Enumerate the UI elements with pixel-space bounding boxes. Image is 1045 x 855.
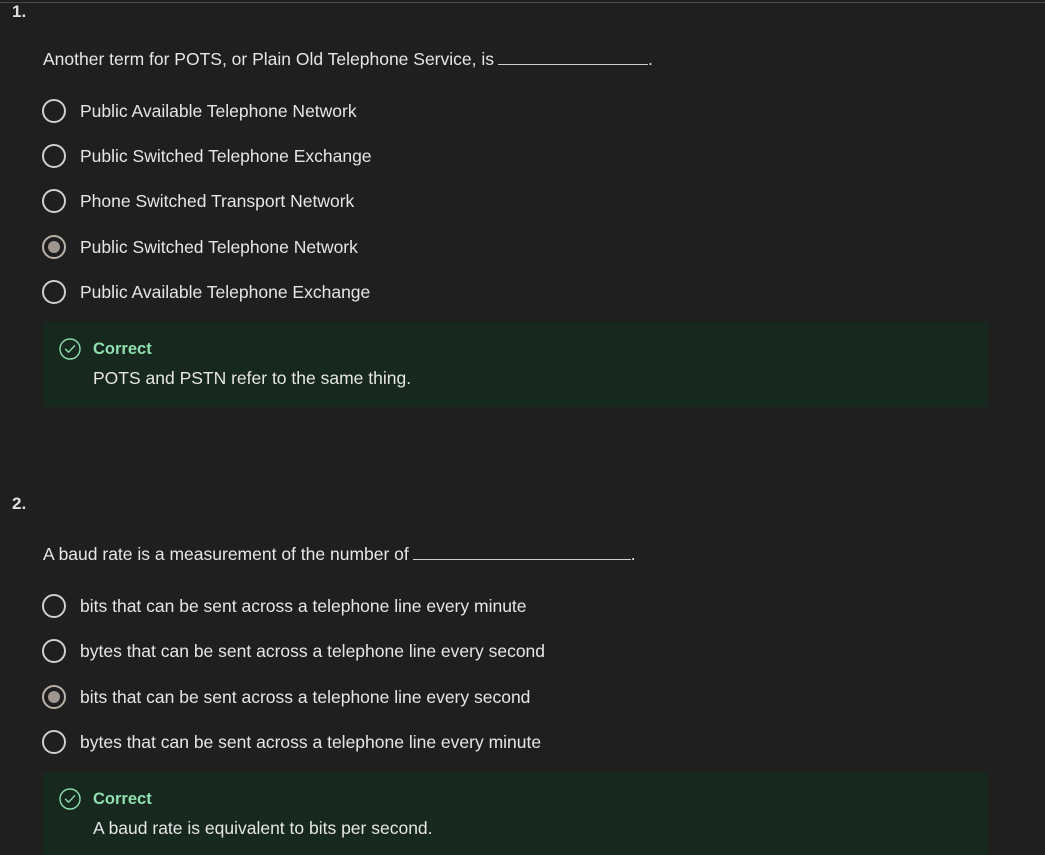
feedback-correct: Correct POTS and PSTN refer to the same …	[43, 322, 988, 407]
answer-option-label: bytes that can be sent across a telephon…	[80, 640, 546, 661]
answer-option-label: Public Switched Telephone Exchange	[80, 145, 372, 166]
question-prompt-text: A baud rate is a measurement of the numb…	[43, 544, 409, 564]
answer-option-label: bytes that can be sent across a telephon…	[80, 731, 542, 752]
answer-option[interactable]: bits that can be sent across a telephone…	[42, 593, 527, 619]
question-prompt: A baud rate is a measurement of the numb…	[43, 544, 636, 565]
question-prompt-end: .	[648, 49, 653, 69]
answer-blank	[498, 50, 648, 65]
feedback-text: A baud rate is equivalent to bits per se…	[93, 818, 433, 838]
answer-option[interactable]: Phone Switched Transport Network	[42, 188, 354, 214]
feedback-correct: Correct A baud rate is equivalent to bit…	[43, 772, 988, 855]
question-prompt: Another term for POTS, or Plain Old Tele…	[43, 49, 653, 70]
answer-option-label: bits that can be sent across a telephone…	[80, 686, 531, 707]
feedback-title: Correct	[93, 790, 152, 808]
quiz-page: 1. Another term for POTS, or Plain Old T…	[0, 0, 1045, 855]
radio-button[interactable]	[42, 730, 66, 754]
radio-button[interactable]	[42, 189, 66, 213]
answer-option[interactable]: Public Switched Telephone Exchange	[42, 143, 372, 169]
radio-button[interactable]	[42, 639, 66, 663]
check-circle-icon	[59, 788, 81, 810]
question-prompt-text: Another term for POTS, or Plain Old Tele…	[43, 49, 494, 69]
radio-button[interactable]	[42, 594, 66, 618]
answer-option-label: Public Available Telephone Exchange	[80, 281, 371, 302]
check-circle-icon	[59, 338, 81, 360]
answer-option-selected[interactable]: bits that can be sent across a telephone…	[42, 684, 530, 710]
radio-button[interactable]	[42, 280, 66, 304]
top-divider	[0, 2, 1045, 3]
answer-option[interactable]: Public Available Telephone Network	[42, 98, 357, 124]
answer-option-label: Public Available Telephone Network	[80, 100, 357, 121]
answer-option[interactable]: bytes that can be sent across a telephon…	[42, 638, 545, 664]
question-number: 1.	[12, 2, 27, 21]
radio-button[interactable]	[42, 144, 66, 168]
answer-option-label: Phone Switched Transport Network	[80, 190, 355, 211]
answer-blank	[412, 545, 631, 560]
answer-option-selected[interactable]: Public Switched Telephone Network	[42, 234, 358, 260]
feedback-title: Correct	[93, 340, 152, 358]
feedback-text: POTS and PSTN refer to the same thing.	[93, 368, 412, 388]
answer-option[interactable]: bytes that can be sent across a telephon…	[42, 729, 541, 755]
answer-option-label: bits that can be sent across a telephone…	[80, 595, 527, 616]
question-prompt-end: .	[630, 544, 636, 564]
radio-button-selected[interactable]	[42, 685, 66, 709]
answer-option[interactable]: Public Available Telephone Exchange	[42, 279, 370, 305]
question-number: 2.	[12, 494, 27, 513]
radio-button-selected[interactable]	[42, 235, 66, 259]
answer-option-label: Public Switched Telephone Network	[80, 236, 358, 257]
radio-button[interactable]	[42, 99, 66, 123]
